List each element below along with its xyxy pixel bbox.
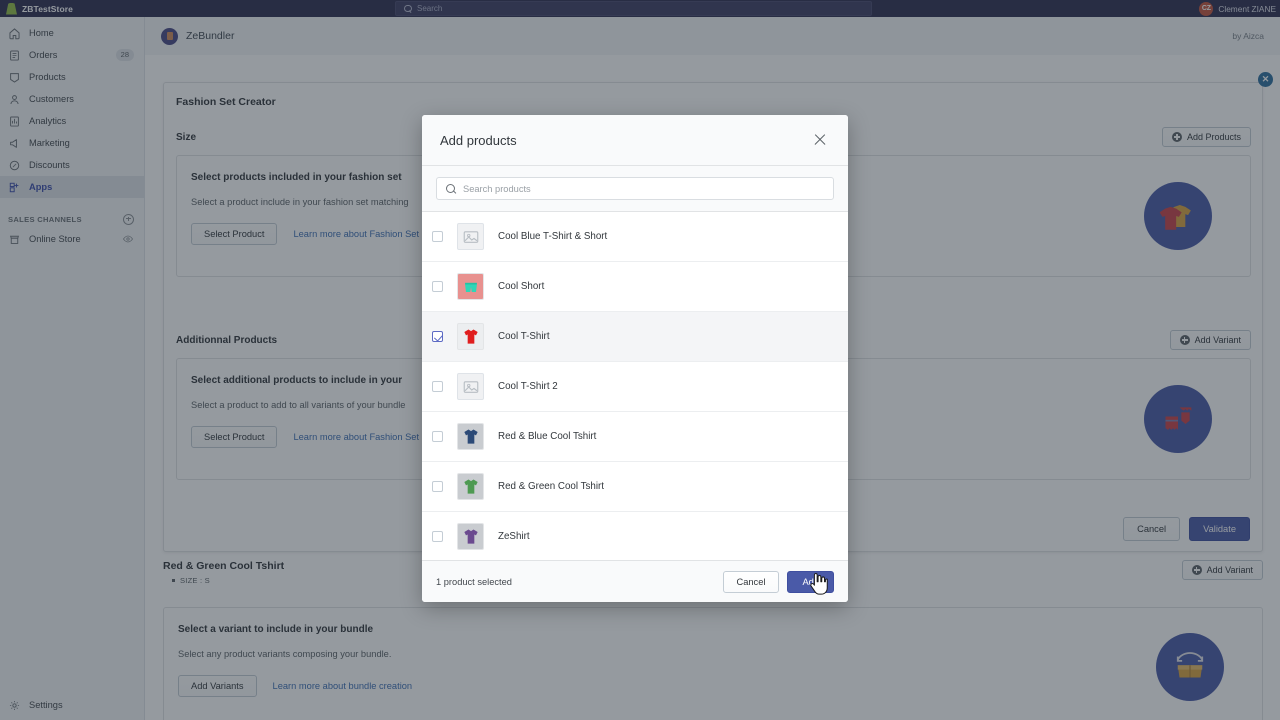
list-item[interactable]: Cool T-Shirt 2: [422, 362, 848, 412]
modal-footer: 1 product selected Cancel Add: [422, 560, 848, 602]
tshirt-icon: [463, 329, 478, 344]
product-name: Cool T-Shirt 2: [498, 381, 558, 392]
image-placeholder-icon: [463, 230, 478, 243]
product-name: Red & Green Cool Tshirt: [498, 481, 605, 492]
search-input[interactable]: [463, 183, 824, 194]
product-checkbox[interactable]: [432, 531, 443, 542]
image-placeholder-icon: [463, 380, 478, 393]
product-checkbox[interactable]: [432, 481, 443, 492]
product-name: Cool Short: [498, 281, 545, 292]
search-products-field[interactable]: [436, 177, 834, 200]
list-item[interactable]: Red & Blue Cool Tshirt: [422, 412, 848, 462]
modal-title: Add products: [440, 132, 517, 148]
product-thumbnail: [457, 223, 484, 250]
product-thumbnail: [457, 423, 484, 450]
product-checkbox[interactable]: [432, 381, 443, 392]
product-thumbnail: [457, 373, 484, 400]
list-item[interactable]: ZeShirt: [422, 512, 848, 560]
list-item[interactable]: Cool Blue T-Shirt & Short: [422, 212, 848, 262]
tshirt-icon: [463, 429, 478, 444]
product-checkbox[interactable]: [432, 431, 443, 442]
product-thumbnail: [457, 323, 484, 350]
app-root: ZBTestStore Search CZ Clement ZIANE Home: [0, 0, 1280, 720]
shorts-icon: [464, 282, 477, 292]
tshirt-icon: [463, 529, 478, 544]
product-name: ZeShirt: [498, 531, 530, 542]
product-name: Red & Blue Cool Tshirt: [498, 431, 597, 442]
modal-search-section: [422, 166, 848, 212]
list-item[interactable]: Cool Short: [422, 262, 848, 312]
list-item[interactable]: Red & Green Cool Tshirt: [422, 462, 848, 512]
add-button[interactable]: Add: [787, 570, 834, 593]
add-products-modal: Add products Cool Blue T-Shirt & Sh: [422, 115, 848, 602]
modal-footer-buttons: Cancel Add: [722, 570, 834, 593]
selected-count: 1 product selected: [436, 576, 512, 587]
product-thumbnail: [457, 523, 484, 550]
tshirt-icon: [463, 479, 478, 494]
product-checkbox[interactable]: [432, 331, 443, 342]
product-name: Cool Blue T-Shirt & Short: [498, 231, 608, 242]
cancel-button[interactable]: Cancel: [722, 570, 780, 593]
product-checkbox[interactable]: [432, 281, 443, 292]
list-item[interactable]: Cool T-Shirt: [422, 312, 848, 362]
close-icon[interactable]: [810, 130, 830, 150]
product-thumbnail: [457, 273, 484, 300]
product-list[interactable]: Cool Blue T-Shirt & Short Cool Short Coo…: [422, 212, 848, 560]
product-thumbnail: [457, 473, 484, 500]
search-icon: [446, 183, 456, 194]
product-checkbox[interactable]: [432, 231, 443, 242]
modal-header: Add products: [422, 115, 848, 166]
product-name: Cool T-Shirt: [498, 331, 550, 342]
